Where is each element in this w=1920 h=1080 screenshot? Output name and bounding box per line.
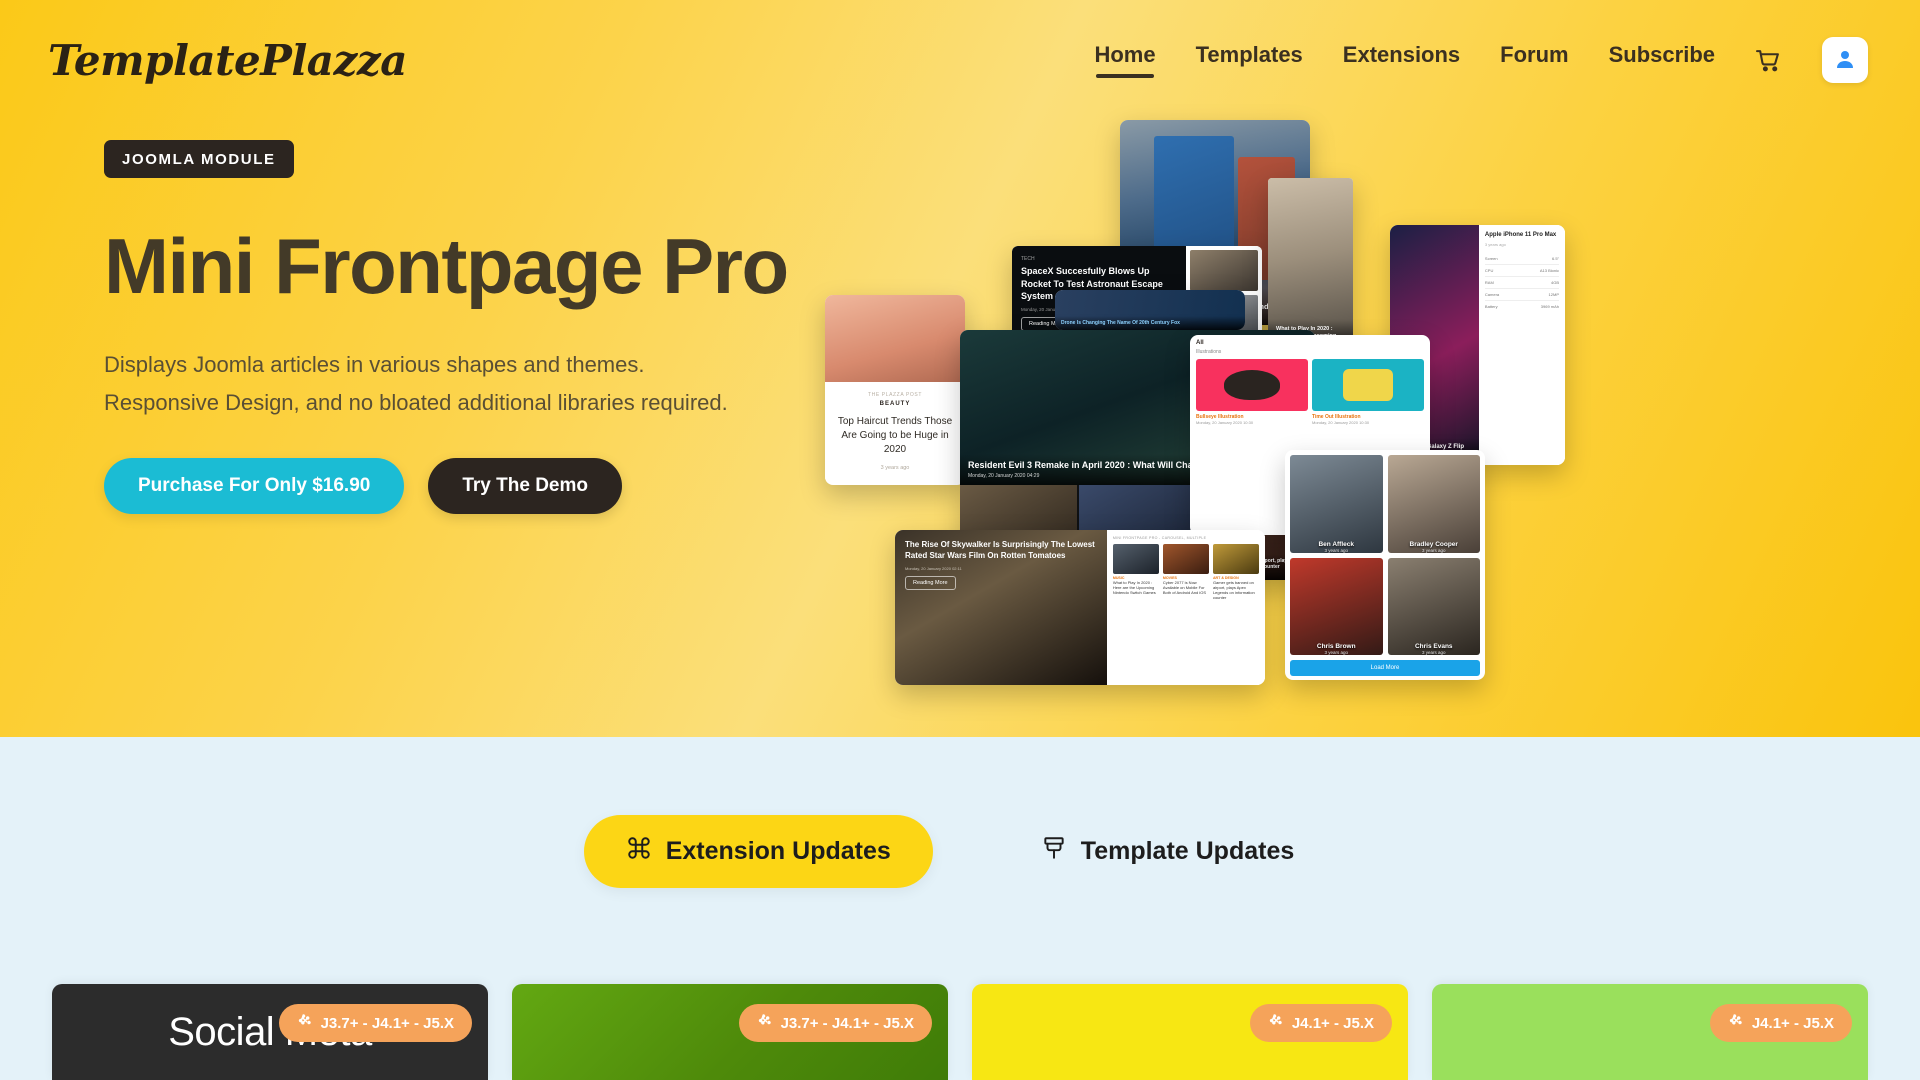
collage-face-cell: Chris Evans 3 years ago — [1387, 557, 1480, 655]
update-card-3[interactable]: J4.1+ - J5.X — [972, 984, 1408, 1080]
collage-date: 3 years ago — [1484, 241, 1506, 247]
product-screenshot-collage: FASHION Men's Urban Style In 2020, Fashi… — [825, 120, 1920, 737]
collage-face-name: Chris Evans — [1414, 643, 1453, 650]
collage-gallery-row: Bullseye Illustration Monday, 20 January… — [1190, 359, 1430, 430]
collage-tag: TECH — [1021, 256, 1035, 262]
nav-link-home[interactable]: Home — [1094, 42, 1156, 78]
status-badge: J4.1+ - J5.X — [1249, 1004, 1392, 1042]
collage-face-cell: Chris Brown 3 years ago — [1290, 557, 1383, 655]
tab-label: Extension Updates — [665, 837, 891, 865]
nav-link-extensions[interactable]: Extensions — [1343, 42, 1460, 78]
updates-section: Extension Updates Template Updates Socia… — [0, 737, 1920, 1080]
status-badge-label: J3.7+ - J4.1+ - J5.X — [780, 1014, 914, 1032]
collage-read-more-button[interactable]: Reading More — [905, 575, 956, 590]
collage-date: 3 years ago — [1324, 650, 1348, 655]
collage-card-skywalker: The Rise Of Skywalker Is Surprisingly Th… — [895, 530, 1265, 685]
collage-title: The Rise Of Skywalker Is Surprisingly Th… — [905, 540, 1095, 560]
page-title: Mini Frontpage Pro — [104, 222, 789, 310]
tab-label: Template Updates — [1080, 837, 1295, 865]
hero-category-badge: JOOMLA MODULE — [104, 140, 294, 178]
collage-caption: Drone Is Changing The Name Of 20th Centu… — [1055, 315, 1245, 330]
main-navigation: TemplatePlazza Home Templates Extensions… — [0, 0, 1920, 120]
collage-gallery-header: All — [1196, 340, 1204, 346]
collage-title: Gamer gets banned on airport, plays Apex… — [1212, 580, 1255, 600]
status-badge-label: J4.1+ - J5.X — [1291, 1014, 1374, 1032]
user-account-icon — [1833, 47, 1857, 74]
nav-link-forum[interactable]: Forum — [1500, 42, 1568, 78]
joomla-icon — [757, 1013, 773, 1033]
collage-date: Monday, 20 January 2020 02:11 — [905, 565, 962, 571]
collage-load-more-button[interactable]: Load More — [1290, 660, 1480, 676]
joomla-icon — [1268, 1013, 1284, 1033]
collage-card-faces: Ben Affleck 3 years ago Bradley Cooper 3… — [1285, 450, 1485, 680]
collage-title: Cyber 2077 is Now Available on Mobile Fo… — [1162, 580, 1207, 595]
update-card-2[interactable]: J3.7+ - J4.1+ - J5.X — [512, 984, 948, 1080]
hero-content: JOOMLA MODULE Mini Frontpage Pro Display… — [104, 140, 944, 514]
collage-gallery-label: Illustrations — [1196, 349, 1222, 355]
tab-extension-updates[interactable]: Extension Updates — [583, 815, 933, 888]
status-badge-label: J4.1+ - J5.X — [1751, 1014, 1834, 1032]
status-badge: J3.7+ - J4.1+ - J5.X — [278, 1004, 472, 1042]
collage-title: Drone Is Changing The Name Of 20th Centu… — [1061, 319, 1180, 326]
nav-links-group: Home Templates Extensions Forum Subscrib… — [1094, 37, 1868, 83]
collage-mini-header: MINI FRONTPAGE PRO - CAROUSEL, MULTIPLE — [1112, 536, 1207, 540]
joomla-icon — [1728, 1013, 1744, 1033]
update-card-social-meta[interactable]: Social Meta J3.7+ - J4.1+ - J5.X — [52, 984, 488, 1080]
tab-template-updates[interactable]: Template Updates — [999, 815, 1336, 888]
collage-face-name: Chris Brown — [1316, 643, 1356, 650]
joomla-icon — [297, 1013, 313, 1033]
collage-face-name: Bradley Cooper — [1409, 540, 1458, 548]
hero-description-line-1: Displays Joomla articles in various shap… — [104, 351, 645, 377]
collage-face-name: Ben Affleck — [1318, 540, 1355, 548]
shopping-cart-icon[interactable] — [1755, 48, 1782, 73]
update-card-4[interactable]: J4.1+ - J5.X — [1432, 984, 1868, 1080]
hero-section: TemplatePlazza Home Templates Extensions… — [0, 0, 1920, 737]
nav-link-templates[interactable]: Templates — [1196, 42, 1303, 78]
hero-cta-group: Purchase For Only $16.90 Try The Demo — [104, 457, 944, 514]
collage-date: Monday, 20 January 2020 10:30 — [1196, 420, 1254, 425]
collage-date: 3 years ago — [1421, 547, 1446, 553]
purchase-button[interactable]: Purchase For Only $16.90 — [104, 457, 405, 514]
site-logo[interactable]: TemplatePlazza — [48, 36, 407, 85]
status-badge: J3.7+ - J4.1+ - J5.X — [738, 1004, 932, 1042]
paintbrush-icon — [1041, 835, 1067, 868]
collage-date: Monday, 20 January 2020 10:30 — [1312, 420, 1370, 425]
nav-link-subscribe[interactable]: Subscribe — [1609, 42, 1715, 78]
updates-tab-group: Extension Updates Template Updates — [0, 737, 1920, 888]
demo-button[interactable]: Try The Demo — [428, 457, 622, 514]
collage-card-drone: Drone Is Changing The Name Of 20th Centu… — [1055, 290, 1245, 330]
status-badge: J4.1+ - J5.X — [1709, 1004, 1852, 1042]
hero-description-line-2: Responsive Design, and no bloated additi… — [104, 389, 728, 415]
hero-description: Displays Joomla articles in various shap… — [104, 346, 944, 422]
collage-card-statue: What to Play In 2020 : Here are the Upco… — [1268, 178, 1353, 353]
collage-title: Apple iPhone 11 Pro Max — [1484, 232, 1557, 238]
collage-face-cell: Ben Affleck 3 years ago — [1290, 455, 1383, 553]
command-icon — [626, 835, 652, 868]
update-cards-row: Social Meta J3.7+ - J4.1+ - J5.X J3.7+ -… — [0, 984, 1920, 1080]
status-badge-label: J3.7+ - J4.1+ - J5.X — [320, 1014, 454, 1032]
account-button[interactable] — [1822, 37, 1868, 83]
collage-faces-grid: Ben Affleck 3 years ago Bradley Cooper 3… — [1285, 450, 1485, 660]
collage-title: What to Play In 2020 : Here are the Upco… — [1112, 580, 1156, 595]
collage-date: 3 years ago — [1324, 547, 1348, 553]
collage-face-cell: Bradley Cooper 3 years ago — [1387, 455, 1480, 553]
collage-date: 3 years ago — [1421, 650, 1446, 655]
